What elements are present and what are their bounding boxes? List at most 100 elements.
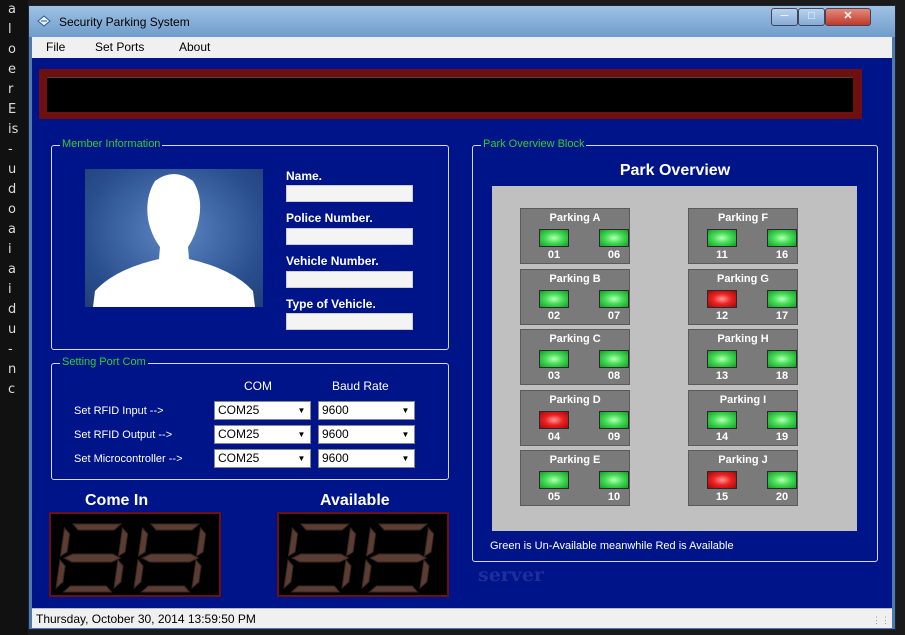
rfid-input-com-value: COM25 xyxy=(218,403,260,417)
chevron-down-icon: ▼ xyxy=(401,406,410,415)
come-in-digits xyxy=(55,523,207,593)
microcontroller-baud-select[interactable]: 9600 ▼ xyxy=(318,449,415,468)
rfid-input-com-select[interactable]: COM25 ▼ xyxy=(214,401,311,420)
parking-block: Parking C 03 08 xyxy=(520,329,630,385)
parking-slot-number: 05 xyxy=(547,491,561,503)
come-in-counter xyxy=(49,512,221,597)
rfid-output-label: Set RFID Output --> xyxy=(74,429,173,441)
microcontroller-baud-value: 9600 xyxy=(322,451,349,465)
police-number-field[interactable] xyxy=(286,228,413,245)
status-legend-note: Green is Un-Available meanwhile Red is A… xyxy=(490,540,734,552)
parking-slot-number: 07 xyxy=(607,309,621,322)
parking-slot-indicator xyxy=(767,471,797,489)
vehicle-number-label: Vehicle Number. xyxy=(286,254,379,268)
parking-block: Parking J 15 20 xyxy=(688,450,798,506)
com-column-header: COM xyxy=(244,379,272,393)
parking-slot-indicator xyxy=(767,289,797,308)
rfid-output-com-value: COM25 xyxy=(218,427,260,441)
come-in-label: Come In xyxy=(85,492,149,509)
parking-slot-indicator xyxy=(599,229,629,247)
parking-block-name: Parking I xyxy=(719,393,767,406)
chevron-down-icon: ▼ xyxy=(401,430,410,439)
parking-block-name: Parking H xyxy=(717,333,769,345)
port-settings-legend: Setting Port Com xyxy=(60,356,148,368)
parking-slot-number: 17 xyxy=(775,309,789,322)
parking-slot-indicator xyxy=(767,229,797,247)
parking-slot-indicator xyxy=(539,471,569,489)
member-information-group: Member Information Name. Police Number. … xyxy=(51,138,449,350)
chevron-down-icon: ▼ xyxy=(297,454,306,463)
parking-slot-number: 09 xyxy=(607,430,621,443)
vehicle-number-field[interactable] xyxy=(286,271,413,288)
status-bar: Thursday, October 30, 2014 13:59:50 PM ⋮… xyxy=(32,608,892,628)
baud-rate-column-header: Baud Rate xyxy=(332,379,389,393)
menu-about[interactable]: About xyxy=(179,40,210,54)
menu-bar: File Set Ports About xyxy=(32,37,892,58)
parking-block: Parking I 14 19 xyxy=(688,389,798,446)
parking-slot-indicator xyxy=(539,229,569,247)
park-overview-group: Park Overview Block Park Overview Parkin… xyxy=(472,138,878,562)
menu-set-ports[interactable]: Set Ports xyxy=(95,40,144,54)
parking-slot-number: 06 xyxy=(607,249,621,261)
parking-block: Parking A 01 06 xyxy=(520,208,630,264)
parking-slot-indicator xyxy=(599,350,629,368)
parking-slot-indicator xyxy=(767,350,797,368)
microcontroller-com-select[interactable]: COM25 ▼ xyxy=(214,449,311,468)
menu-file[interactable]: File xyxy=(46,40,65,54)
parking-slot-number: 04 xyxy=(547,430,561,443)
app-icon xyxy=(37,15,51,27)
chevron-down-icon: ▼ xyxy=(297,406,306,415)
maximize-button[interactable]: □ xyxy=(798,8,825,26)
available-label: Available xyxy=(320,492,390,509)
parking-slot-indicator xyxy=(539,350,569,368)
resize-grip-icon[interactable]: ⋮⋮ xyxy=(872,615,890,626)
rfid-output-baud-select[interactable]: 9600 ▼ xyxy=(318,425,415,444)
parking-block-name: Parking E xyxy=(549,454,601,466)
park-overview-legend: Park Overview Block xyxy=(481,138,587,150)
parking-slot-indicator xyxy=(707,289,737,308)
parking-slot-number: 11 xyxy=(716,249,728,261)
parking-slot-indicator xyxy=(599,289,629,308)
app-window: Security Parking System ─ □ ✕ File Set P… xyxy=(28,5,896,630)
parking-slot-indicator xyxy=(599,410,629,429)
parking-slot-number: 13 xyxy=(715,370,729,382)
parking-slot-number: 08 xyxy=(607,370,621,382)
microcontroller-label: Set Microcontroller --> xyxy=(74,453,183,465)
parking-block: Parking E 05 10 xyxy=(520,450,630,506)
parking-slot-number: 12 xyxy=(715,309,729,322)
parking-block-name: Parking A xyxy=(549,212,601,224)
minimize-button[interactable]: ─ xyxy=(771,8,798,26)
parking-block-name: Parking D xyxy=(549,393,601,406)
parking-slot-number: 16 xyxy=(775,249,789,261)
rfid-input-label: Set RFID Input --> xyxy=(74,405,164,417)
chevron-down-icon: ▼ xyxy=(297,430,306,439)
parking-block: Parking D 04 09 xyxy=(520,389,630,446)
parking-slot-indicator xyxy=(707,350,737,368)
member-photo xyxy=(85,169,263,307)
parking-slot-number: 14 xyxy=(715,430,729,443)
name-field[interactable] xyxy=(286,185,413,202)
title-bar[interactable]: Security Parking System ─ □ ✕ xyxy=(29,6,895,37)
park-grid: Parking A 01 06 Parking B 02 07 Parking C 03 08 P… xyxy=(492,186,857,531)
parking-block-name: Parking B xyxy=(549,272,601,285)
vehicle-type-field[interactable] xyxy=(286,313,413,330)
vehicle-type-label: Type of Vehicle. xyxy=(286,297,376,311)
parking-slot-indicator xyxy=(539,410,569,429)
parking-slot-indicator xyxy=(599,471,629,489)
parking-slot-number: 01 xyxy=(547,249,561,261)
rfid-input-baud-value: 9600 xyxy=(322,403,349,417)
rfid-input-baud-select[interactable]: 9600 ▼ xyxy=(318,401,415,420)
parking-block: Parking H 13 18 xyxy=(688,329,798,385)
rfid-output-baud-value: 9600 xyxy=(322,427,349,441)
rfid-output-com-select[interactable]: COM25 ▼ xyxy=(214,425,311,444)
parking-slot-indicator xyxy=(707,471,737,489)
main-content: Member Information Name. Police Number. … xyxy=(32,58,892,608)
background-desktop: a l o e r Eis - u d o a i a i d u - n c xyxy=(0,0,28,635)
parking-block-name: Parking G xyxy=(717,272,769,285)
park-overview-title: Park Overview xyxy=(619,162,731,179)
parking-slot-number: 19 xyxy=(775,430,789,443)
close-button[interactable]: ✕ xyxy=(825,8,871,26)
parking-slot-indicator xyxy=(707,410,737,429)
microcontroller-com-value: COM25 xyxy=(218,451,260,465)
parking-slot-indicator xyxy=(707,229,737,247)
